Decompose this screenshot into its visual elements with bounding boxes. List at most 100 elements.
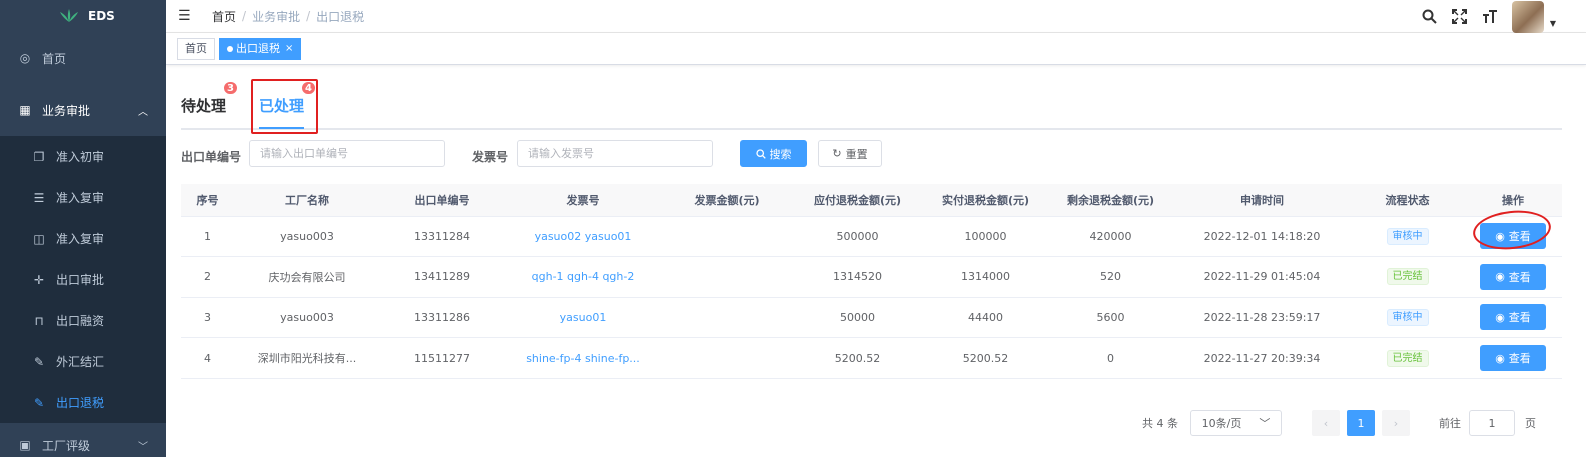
invoice-no-input[interactable]	[517, 140, 713, 167]
goto-unit: 页	[1525, 417, 1536, 430]
tab-pending[interactable]: 待处理 3	[181, 81, 239, 116]
sidebar-item-fx-settlement[interactable]: ✎ 外汇结汇	[0, 341, 166, 382]
cell-export-no: 13311286	[380, 297, 504, 338]
sidebar-item-label: 准入初审	[56, 150, 105, 164]
export-no-input[interactable]	[249, 140, 445, 167]
app-name: EDS	[88, 9, 115, 23]
pagination: 共 4 条 10条/页 ﹀ ‹ 1 › 前往 页	[1142, 409, 1562, 437]
next-page-button[interactable]: ›	[1382, 410, 1410, 436]
page-number-current[interactable]: 1	[1347, 410, 1375, 436]
tag-label: 出口退税	[236, 41, 280, 55]
move-icon: ✛	[33, 272, 45, 287]
refresh-icon: ↻	[832, 147, 842, 160]
main-content: 待处理 3 已处理 4 出口单编号 发票号 搜索 ↻ 重置	[181, 65, 1562, 436]
sidebar-item-export-approval[interactable]: ✛ 出口审批	[0, 259, 166, 300]
sidebar-item-label: 工厂评级	[42, 438, 91, 453]
logo[interactable]: EDS	[0, 0, 166, 32]
cell-invoice-link[interactable]: shine-fp-4 shine-fp...	[504, 338, 662, 379]
cell-factory: 深圳市阳光科技有...	[257, 352, 357, 365]
cell-invoice-link[interactable]: yasuo01	[504, 297, 662, 338]
sidebar-item-label: 准入复审	[56, 232, 105, 246]
cell-remaining: 5600	[1048, 297, 1173, 338]
col-header: 发票号	[504, 184, 662, 217]
table-row: 2 庆功会有限公司 13411289 qgh-1 qgh-4 qgh-2 131…	[181, 256, 1562, 298]
sidebar-item-business-approval[interactable]: ▦ 业务审批 ︿	[0, 84, 166, 136]
grade-icon: ▣	[19, 438, 31, 452]
status-badge: 已完结	[1386, 268, 1429, 286]
search-icon[interactable]	[1422, 9, 1438, 25]
view-button-label: 查看	[1508, 270, 1531, 284]
list-icon: ☰	[33, 190, 45, 205]
sidebar-item-review-3[interactable]: ◫ 准入复审	[0, 218, 166, 259]
copy-doc-icon: ❐	[33, 149, 45, 164]
view-button[interactable]: ◉ 查看	[1480, 263, 1546, 290]
sidebar-item-label: 首页	[42, 51, 67, 66]
col-header: 出口单编号	[380, 184, 504, 217]
avatar[interactable]	[1511, 0, 1544, 33]
export-no-label: 出口单编号	[181, 150, 242, 164]
tag-home[interactable]: 首页	[177, 37, 215, 60]
cell-factory: yasuo003	[234, 216, 380, 257]
table-row: 4 深圳市阳光科技有... 11511277 shine-fp-4 shine-…	[181, 338, 1562, 379]
col-header: 流程状态	[1351, 184, 1464, 217]
hamburger-icon[interactable]: ☰	[178, 8, 192, 24]
cell-payable: 5200.52	[834, 351, 881, 365]
fullscreen-icon[interactable]	[1452, 9, 1468, 25]
breadcrumb: 首页 / 业务审批 / 出口退税	[212, 8, 364, 25]
sidebar-item-initial-review[interactable]: ❐ 准入初审	[0, 136, 166, 177]
sidebar-item-export-tax-refund[interactable]: ✎ 出口退税	[0, 382, 166, 423]
cell-invoice-amount	[662, 297, 792, 338]
col-header: 剩余退税金额(元)	[1048, 184, 1173, 217]
breadcrumb-item[interactable]: 首页	[212, 8, 236, 25]
book-icon: ◫	[33, 231, 45, 246]
caret-down-icon[interactable]: ▼	[1550, 19, 1556, 28]
cell-no: 1	[181, 216, 234, 257]
sidebar-item-label: 外汇结汇	[56, 355, 105, 369]
breadcrumb-separator: /	[242, 9, 247, 23]
page-size-select[interactable]: 10条/页 ﹀	[1190, 410, 1282, 436]
chevron-up-icon: ︿	[138, 106, 148, 118]
annotation-rectangle	[251, 79, 318, 134]
sidebar-item-label: 准入复审	[56, 191, 105, 205]
cell-invoice-link[interactable]: yasuo02 yasuo01	[504, 216, 662, 257]
sidebar-item-factory-rating[interactable]: ▣ 工厂评级 ﹀	[0, 423, 166, 457]
sidebar-item-home[interactable]: ◎ 首页	[0, 32, 166, 84]
goto-page-input[interactable]	[1469, 410, 1515, 436]
invoice-no-label: 发票号	[472, 150, 509, 164]
chevron-down-icon: ﹀	[1259, 417, 1271, 430]
view-button[interactable]: ◉ 查看	[1480, 345, 1546, 371]
tags-view: 首页 出口退税 ×	[166, 33, 1586, 65]
table-header-row: 序号 工厂名称 出口单编号 发票号 发票金额(元) 应付退税金额(元) 实付退税…	[181, 184, 1562, 217]
status-tabs: 待处理 3 已处理 4	[181, 65, 1562, 134]
view-button-label: 查看	[1508, 230, 1531, 244]
reset-button[interactable]: ↻ 重置	[818, 140, 882, 167]
prev-page-button[interactable]: ‹	[1312, 410, 1340, 436]
cell-export-no: 13311284	[380, 216, 504, 257]
view-button[interactable]: ◉ 查看	[1480, 223, 1546, 250]
cell-remaining: 520	[1048, 256, 1173, 298]
leaf-logo-icon	[60, 9, 78, 22]
eye-icon: ◉	[1495, 270, 1505, 284]
cell-invoice-amount	[662, 216, 792, 257]
cell-remaining: 0	[1107, 351, 1114, 365]
cell-invoice-amount	[662, 256, 792, 298]
cell-payable: 50000	[792, 297, 923, 338]
search-icon	[755, 148, 766, 159]
cell-paid: 1314000	[923, 256, 1048, 298]
col-header: 序号	[181, 184, 234, 217]
view-button-label: 查看	[1508, 311, 1531, 325]
status-badge: 审核中	[1386, 227, 1429, 245]
search-button[interactable]: 搜索	[740, 140, 807, 167]
close-icon[interactable]: ×	[285, 39, 293, 59]
eye-icon: ◉	[1495, 310, 1505, 324]
cell-payable: 1314520	[792, 256, 923, 298]
sidebar-item-label: 出口融资	[56, 314, 105, 328]
sidebar-item-review-2[interactable]: ☰ 准入复审	[0, 177, 166, 218]
font-size-icon[interactable]	[1482, 9, 1498, 25]
tag-export-tax-refund[interactable]: 出口退税 ×	[219, 37, 302, 60]
col-header: 发票金额(元)	[662, 184, 792, 217]
cell-no: 4	[204, 351, 211, 365]
sidebar-item-export-finance[interactable]: ⊓ 出口融资	[0, 300, 166, 341]
cell-invoice-link[interactable]: qgh-1 qgh-4 qgh-2	[504, 256, 662, 298]
view-button[interactable]: ◉ 查看	[1480, 304, 1546, 331]
